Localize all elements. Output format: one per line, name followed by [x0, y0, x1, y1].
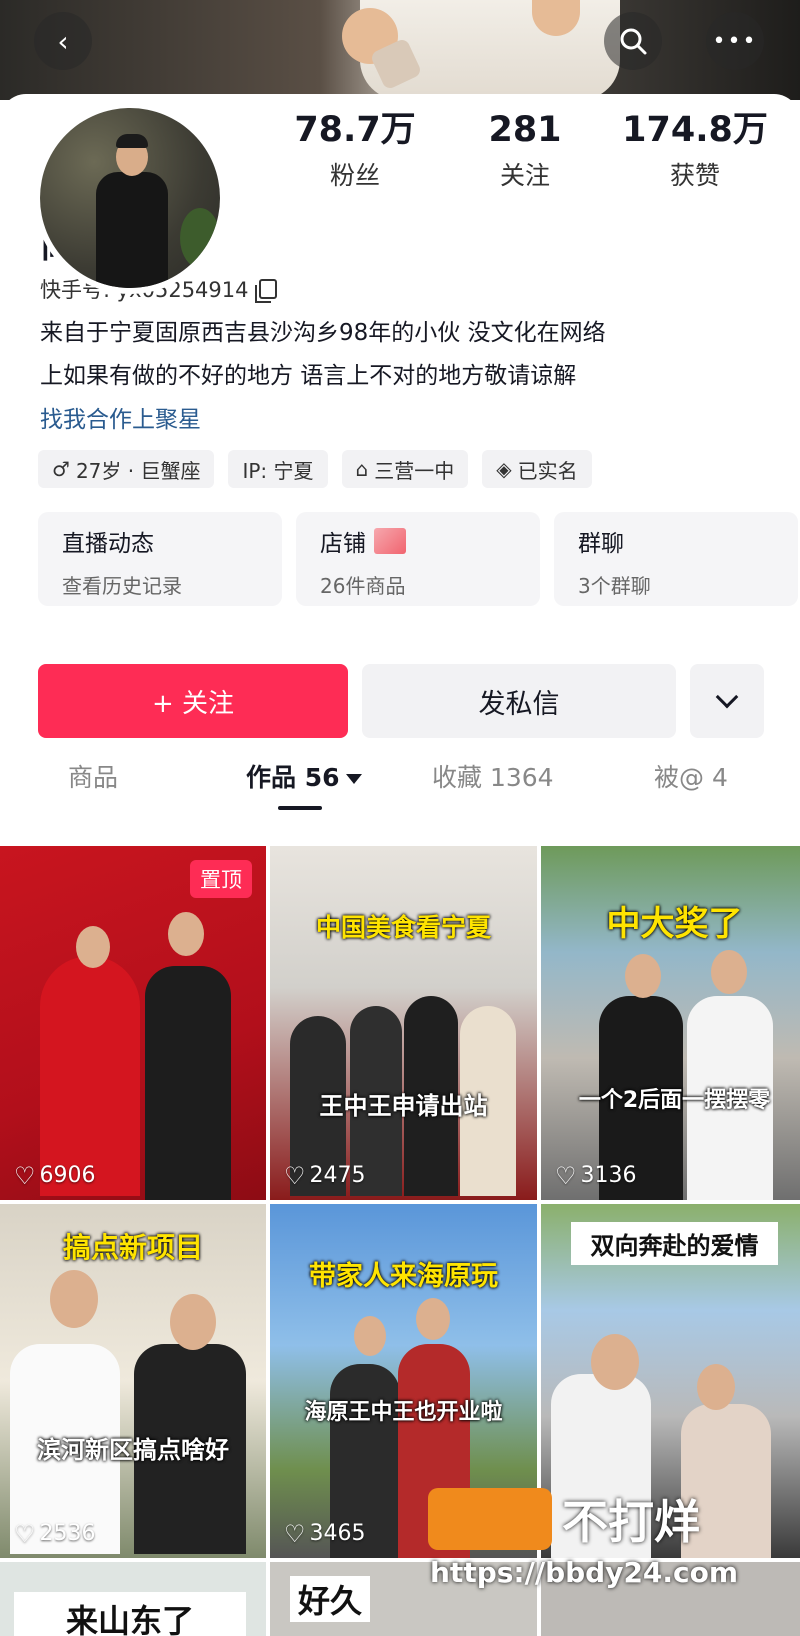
stat-likes[interactable]: 174.8万 获赞: [610, 110, 780, 192]
widget-subtitle: 26件商品: [320, 574, 406, 598]
search-button[interactable]: [604, 12, 662, 70]
widget-live[interactable]: 直播动态 查看历史记录: [38, 512, 282, 606]
stat-fans[interactable]: 78.7万 粉丝: [270, 110, 440, 192]
bio-line: 上如果有做的不好的地方 语言上不对的地方敬请谅解: [40, 363, 577, 389]
tag-verified: ◈ 已实名: [482, 450, 592, 488]
widget-subtitle: 3个群聊: [578, 574, 651, 598]
stat-value: 174.8万: [622, 110, 768, 150]
heart-icon: ♡: [284, 1519, 306, 1548]
expand-button[interactable]: [690, 664, 764, 738]
video-caption: 带家人来海原玩: [309, 1261, 498, 1292]
heart-icon: ♡: [555, 1161, 577, 1190]
profile-card: 78.7万 粉丝 281 关注 174.8万 获赞 尚军呀 快手号: yx052…: [0, 94, 800, 1636]
video-caption: 中大奖了: [606, 904, 743, 944]
stat-label: 粉丝: [329, 161, 380, 190]
profile-tags: ♂ 27岁 · 巨蟹座 IP: 宁夏 ⌂ 三营一中 ◈ 已实名: [38, 450, 592, 488]
copy-icon[interactable]: [254, 279, 277, 303]
school-icon: ⌂: [355, 457, 369, 481]
tag-text: 已实名: [517, 458, 578, 483]
stat-label: 获赞: [669, 161, 720, 190]
video-caption: 搞点新项目: [62, 1231, 203, 1264]
profile-bio: 来自于宁夏固原西吉县沙沟乡98年的小伙 没文化在网络 上如果有做的不好的地方 语…: [40, 312, 760, 398]
tag-text: IP: 宁夏: [242, 458, 314, 483]
gender-icon: ♂: [52, 457, 70, 481]
video-caption: 来山东了: [14, 1592, 246, 1636]
watermark-text: 不打烊: [562, 1495, 700, 1549]
chevron-down-icon: [715, 685, 739, 709]
video-tile[interactable]: 搞点新项目 滨河新区搞点啥好 ♡ 2536: [0, 1204, 266, 1558]
video-caption: 双向奔赴的爱情: [571, 1222, 778, 1265]
video-caption: 好久: [290, 1576, 371, 1622]
search-icon: [620, 28, 647, 55]
like-count: ♡ 3136: [555, 1161, 637, 1190]
back-arrow-icon: ‹: [57, 24, 69, 58]
pinned-badge: 置顶: [190, 860, 252, 898]
tab-works[interactable]: 作品 56: [246, 758, 362, 794]
heart-icon: ♡: [14, 1519, 36, 1548]
more-dots-icon: •••: [712, 28, 758, 54]
bio-link[interactable]: 找我合作上聚星: [40, 400, 201, 434]
video-caption: 王中王申请出站: [319, 1092, 488, 1120]
message-button[interactable]: 发私信: [362, 664, 676, 738]
widget-subtitle: 查看历史记录: [62, 574, 182, 598]
widget-title: 群聊: [578, 531, 624, 557]
like-count: ♡ 2475: [284, 1161, 366, 1190]
profile-stats: 78.7万 粉丝 281 关注 174.8万 获赞: [270, 110, 780, 192]
widget-group-chat[interactable]: 群聊 3个群聊: [554, 512, 798, 606]
like-count: ♡ 2536: [14, 1519, 96, 1548]
watermark: 不打烊: [428, 1486, 700, 1552]
stat-label: 关注: [499, 161, 550, 190]
tag-age: ♂ 27岁 · 巨蟹座: [38, 450, 215, 488]
video-caption: 中国美食看宁夏: [315, 913, 491, 942]
widget-title: 店铺: [320, 531, 366, 557]
video-tile[interactable]: 中国美食看宁夏 王中王申请出站 ♡ 2475: [270, 846, 537, 1200]
stat-value: 78.7万: [294, 110, 416, 150]
video-tile[interactable]: 中大奖了 一个2后面一摆摆零 ♡ 3136: [541, 846, 800, 1200]
caret-down-icon: [345, 774, 362, 784]
action-bar: + 关注 发私信: [38, 664, 764, 738]
watermark-logo-icon: [428, 1488, 552, 1550]
tab-products[interactable]: 商品: [68, 758, 118, 794]
tag-school[interactable]: ⌂ 三营一中: [341, 450, 469, 488]
tab-mentions[interactable]: 被@ 4: [654, 758, 728, 794]
verified-icon: ◈: [496, 457, 512, 481]
video-tile[interactable]: 来山东了: [0, 1562, 266, 1636]
back-button[interactable]: ‹: [34, 12, 92, 70]
watermark-url: https://bbdy24.com: [430, 1556, 739, 1589]
widget-shop[interactable]: 店铺 26件商品: [296, 512, 540, 606]
video-tile[interactable]: 置顶 ♡ 6906: [0, 846, 266, 1200]
stat-value: 281: [488, 110, 562, 150]
profile-widgets: 直播动态 查看历史记录 店铺 26件商品 群聊 3个群聊: [38, 512, 798, 606]
header-background: [0, 0, 800, 100]
follow-button[interactable]: + 关注: [38, 664, 348, 738]
bio-line: 来自于宁夏固原西吉县沙沟乡98年的小伙 没文化在网络: [40, 320, 606, 346]
more-button[interactable]: •••: [706, 12, 764, 70]
tab-label: 作品 56: [246, 763, 340, 792]
tag-text: 27岁 · 巨蟹座: [75, 458, 201, 483]
widget-title: 直播动态: [62, 531, 154, 557]
stat-following[interactable]: 281 关注: [440, 110, 610, 192]
tab-indicator: [278, 806, 322, 810]
like-count: ♡ 3465: [284, 1519, 366, 1548]
content-tabs: 商品 作品 56 收藏 1364 被@ 4: [0, 758, 800, 814]
video-caption: 滨河新区搞点啥好: [37, 1436, 229, 1464]
video-caption: 海原王中王也开业啦: [304, 1400, 503, 1425]
tag-ip: IP: 宁夏: [228, 450, 328, 488]
tab-favorites[interactable]: 收藏 1364: [432, 758, 554, 794]
shop-icon: [374, 528, 406, 554]
video-caption: 一个2后面一摆摆零: [578, 1088, 771, 1113]
heart-icon: ♡: [284, 1161, 306, 1190]
like-count: ♡ 6906: [14, 1161, 96, 1190]
heart-icon: ♡: [14, 1161, 36, 1190]
avatar[interactable]: [34, 102, 226, 294]
tag-text: 三营一中: [374, 458, 455, 483]
